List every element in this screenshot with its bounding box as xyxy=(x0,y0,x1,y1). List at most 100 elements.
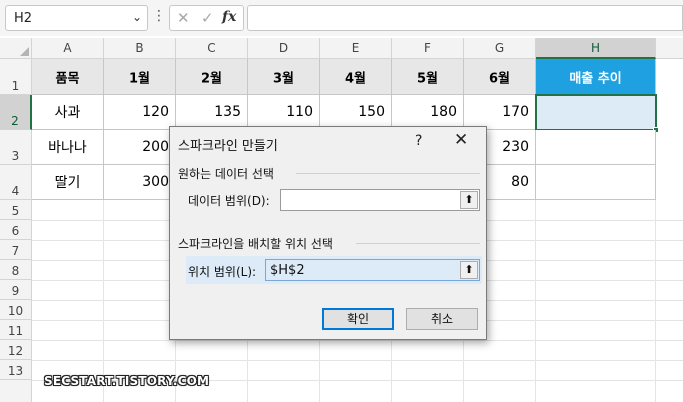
cell-d1[interactable]: 3월 xyxy=(248,59,320,95)
cell-value: 80 xyxy=(511,174,529,190)
header-label-may: 5월 xyxy=(416,71,438,86)
row-header-13[interactable]: 13 xyxy=(0,360,32,380)
header-label-feb: 2월 xyxy=(200,71,222,86)
insert-function-icon[interactable]: fx xyxy=(222,9,236,25)
row-header-12[interactable]: 12 xyxy=(0,340,32,360)
chevron-down-icon[interactable]: ⌄ xyxy=(132,10,142,24)
cell-value: 170 xyxy=(502,104,529,120)
cell-e2[interactable]: 150 xyxy=(320,95,392,130)
help-icon[interactable]: ? xyxy=(415,133,422,149)
row-header-label: 8 xyxy=(11,264,20,278)
data-range-input[interactable]: ⬆ xyxy=(280,189,480,211)
row-header-label: 1 xyxy=(11,79,20,93)
row-header-4[interactable]: 4 xyxy=(0,165,32,200)
close-icon[interactable]: ✕ xyxy=(177,9,190,27)
cell-b2[interactable]: 120 xyxy=(104,95,176,130)
location-section-label: 스파크라인을 배치할 위치 선택 xyxy=(178,237,333,251)
formula-bar: H2 ⌄ ⋮ ✕ ✓ fx xyxy=(0,0,683,36)
row-header-label: 5 xyxy=(11,204,20,218)
select-all-button[interactable] xyxy=(0,38,32,59)
cell-f1[interactable]: 5월 xyxy=(392,59,464,95)
cell-h2-selected[interactable] xyxy=(535,94,657,131)
cell-h3[interactable] xyxy=(536,130,656,165)
section-divider xyxy=(296,173,480,174)
collapse-dialog-icon[interactable]: ⬆ xyxy=(460,191,478,209)
column-header-a[interactable]: A xyxy=(32,38,104,59)
column-header-c[interactable]: C xyxy=(176,38,248,59)
cell-a1[interactable]: 품목 xyxy=(32,59,104,95)
cell-c1[interactable]: 2월 xyxy=(176,59,248,95)
close-icon[interactable]: ✕ xyxy=(454,130,468,150)
cell-a2[interactable]: 사과 xyxy=(32,95,104,130)
row-header-2[interactable]: 2 xyxy=(0,95,32,130)
row-header-label: 3 xyxy=(11,149,20,163)
column-header-i[interactable] xyxy=(656,38,683,59)
row-header-label: 6 xyxy=(11,224,20,238)
column-header-b[interactable]: B xyxy=(104,38,176,59)
row-header-10[interactable]: 10 xyxy=(0,300,32,320)
row-header-5[interactable]: 5 xyxy=(0,200,32,220)
gridline xyxy=(32,360,683,361)
cell-value: 바나나 xyxy=(48,140,87,156)
location-range-label: 위치 범위(L): xyxy=(188,265,257,279)
row-header-label: 13 xyxy=(7,364,24,378)
cell-value: 110 xyxy=(286,104,313,120)
header-label-item: 품목 xyxy=(55,71,80,86)
gridline xyxy=(32,340,683,341)
create-sparklines-dialog: 스파크라인 만들기 ? ✕ 원하는 데이터 선택 데이터 범위(D): ⬆ 스파… xyxy=(169,126,487,340)
column-header-d[interactable]: D xyxy=(248,38,320,59)
formula-buttons: ✕ ✓ fx xyxy=(169,5,244,31)
row-header-3[interactable]: 3 xyxy=(0,130,32,165)
cell-b3[interactable]: 200 xyxy=(104,130,176,165)
row-header-11[interactable]: 11 xyxy=(0,320,32,340)
cell-b1[interactable]: 1월 xyxy=(104,59,176,95)
dialog-title: 스파크라인 만들기 xyxy=(178,139,278,154)
cell-g2[interactable]: 170 xyxy=(464,95,536,130)
cell-a4[interactable]: 딸기 xyxy=(32,165,104,200)
cell-e1[interactable]: 4월 xyxy=(320,59,392,95)
formula-input[interactable] xyxy=(247,5,683,31)
header-label-apr: 4월 xyxy=(344,71,366,86)
row-header-14[interactable] xyxy=(0,380,32,402)
data-range-label: 데이터 범위(D): xyxy=(188,194,270,208)
row-header-label: 4 xyxy=(11,184,20,198)
section-divider xyxy=(356,243,480,244)
header-label-mar: 3월 xyxy=(272,71,294,86)
row-header-6[interactable]: 6 xyxy=(0,220,32,240)
checkmark-icon[interactable]: ✓ xyxy=(201,9,214,27)
column-header-g[interactable]: G xyxy=(464,38,536,59)
row-header-label: 11 xyxy=(7,324,24,338)
location-range-value: $H$2 xyxy=(270,263,305,278)
cell-h1[interactable]: 매출 추이 xyxy=(536,59,656,95)
row-header-8[interactable]: 8 xyxy=(0,260,32,280)
cell-f2[interactable]: 180 xyxy=(392,95,464,130)
cell-g1[interactable]: 6월 xyxy=(464,59,536,95)
cell-value: 300 xyxy=(142,174,169,190)
cell-h4[interactable] xyxy=(536,165,656,200)
cell-value: 200 xyxy=(142,139,169,155)
row-header-7[interactable]: 7 xyxy=(0,240,32,260)
row-header-1[interactable]: 1 xyxy=(0,59,32,95)
cell-value: 230 xyxy=(502,139,529,155)
name-box-value: H2 xyxy=(14,11,33,26)
header-label-jun: 6월 xyxy=(488,71,510,86)
cell-a3[interactable]: 바나나 xyxy=(32,130,104,165)
row-header-9[interactable]: 9 xyxy=(0,280,32,300)
cell-b4[interactable]: 300 xyxy=(104,165,176,200)
name-box[interactable]: H2 ⌄ xyxy=(5,5,148,31)
vertical-dots-icon[interactable]: ⋮ xyxy=(152,8,166,24)
column-header-e[interactable]: E xyxy=(320,38,392,59)
cancel-button[interactable]: 취소 xyxy=(406,308,478,330)
column-header-f[interactable]: F xyxy=(392,38,464,59)
ok-button[interactable]: 확인 xyxy=(322,308,394,330)
collapse-dialog-icon[interactable]: ⬆ xyxy=(460,261,478,279)
row-header-label: 2 xyxy=(11,114,19,128)
cell-value: 150 xyxy=(358,104,385,120)
cell-c2[interactable]: 135 xyxy=(176,95,248,130)
row-header-label: 10 xyxy=(7,304,24,318)
cell-d2[interactable]: 110 xyxy=(248,95,320,130)
column-header-h[interactable]: H xyxy=(536,38,656,59)
header-label-sales-trend: 매출 추이 xyxy=(569,71,622,86)
cell-value: 180 xyxy=(430,104,457,120)
location-range-input[interactable]: $H$2 ⬆ xyxy=(265,259,480,281)
